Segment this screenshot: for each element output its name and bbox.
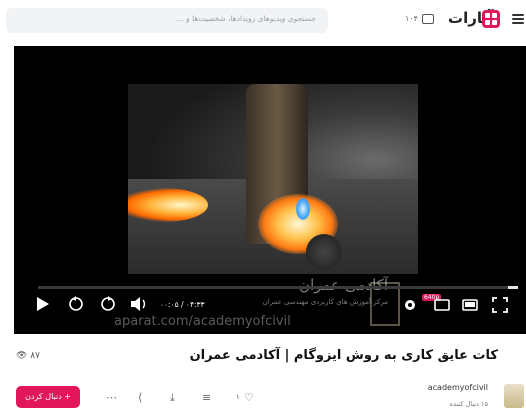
settings-icon[interactable] bbox=[402, 297, 418, 313]
fullscreen-icon[interactable] bbox=[492, 297, 508, 313]
progress-bar[interactable] bbox=[38, 286, 518, 289]
view-count: 👁 ۸۷ bbox=[16, 351, 40, 361]
player-controls: ۰۰:۰۵ / ۰۴:۳۳ 640p bbox=[14, 290, 526, 326]
theater-mode-icon[interactable] bbox=[434, 298, 450, 312]
search-input[interactable]: جستجوی ویدیوهای رویدادها، شخصیت‌ها و ... bbox=[6, 8, 328, 33]
like-count: ۱ bbox=[236, 393, 240, 401]
search-placeholder: جستجوی ویدیوهای رویدادها، شخصیت‌ها و ... bbox=[176, 14, 316, 23]
like-icon[interactable]: ♡ bbox=[244, 391, 254, 404]
live-icon[interactable] bbox=[422, 14, 434, 24]
download-icon[interactable]: ⤓ bbox=[170, 391, 175, 405]
view-count-value: ۸۷ bbox=[30, 351, 40, 361]
forward-10-icon[interactable] bbox=[100, 296, 116, 312]
channel-name[interactable]: academyofcivil bbox=[428, 383, 488, 392]
play-icon[interactable] bbox=[36, 296, 50, 312]
add-to-playlist-icon[interactable]: ≡ bbox=[202, 391, 211, 404]
volume-icon[interactable] bbox=[130, 296, 148, 312]
video-frame bbox=[128, 84, 418, 274]
share-icon[interactable]: ⟨ bbox=[138, 391, 142, 404]
follow-button[interactable]: + دنبال کردن bbox=[16, 386, 80, 408]
aparat-logo-icon[interactable] bbox=[482, 10, 500, 28]
live-count: ۱۰۴ bbox=[405, 14, 418, 23]
more-options-icon[interactable]: ⋯ bbox=[106, 391, 117, 404]
follower-count: ۱۵ دنبال کننده bbox=[449, 400, 488, 408]
rewind-10-icon[interactable] bbox=[68, 296, 84, 312]
menu-icon[interactable] bbox=[512, 14, 524, 24]
top-bar: جستجوی ویدیوهای رویدادها، شخصیت‌ها و ...… bbox=[0, 0, 526, 40]
time-display: ۰۰:۰۵ / ۰۴:۳۳ bbox=[160, 300, 205, 309]
channel-avatar[interactable] bbox=[504, 384, 524, 408]
mini-player-icon[interactable] bbox=[462, 298, 478, 312]
video-title: کات عایق کاری به روش ایزوگام | آکادمی عم… bbox=[189, 348, 498, 363]
progress-fill bbox=[508, 286, 518, 289]
